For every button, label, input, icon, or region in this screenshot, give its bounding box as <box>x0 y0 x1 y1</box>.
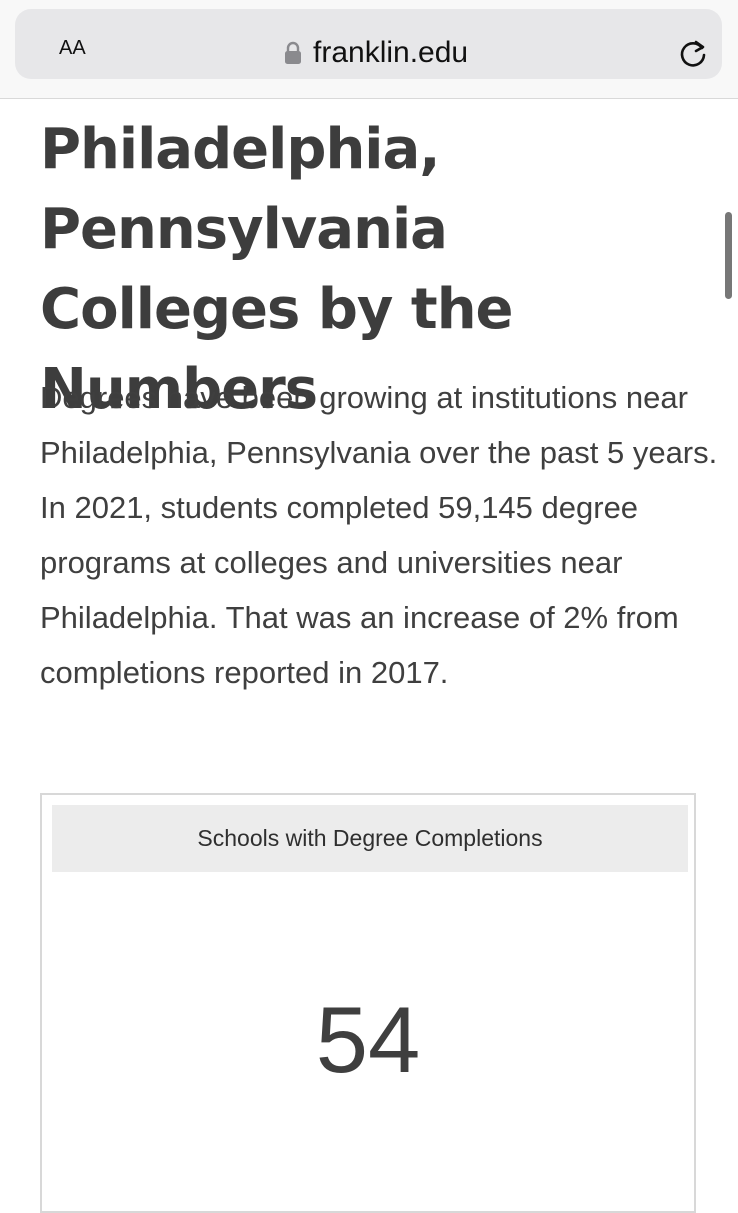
stat-card-header: Schools with Degree Completions <box>52 805 688 872</box>
url-display[interactable]: franklin.edu <box>283 31 468 75</box>
text-size-button[interactable]: AA <box>59 37 86 60</box>
stat-card-value: 54 <box>315 987 421 1092</box>
reload-icon[interactable] <box>676 36 710 70</box>
browser-toolbar: AA franklin.edu <box>0 0 738 99</box>
intro-paragraph: Degrees have been growing at institution… <box>40 380 718 690</box>
url-text: franklin.edu <box>313 36 469 69</box>
text-size-label: AA <box>59 37 86 59</box>
stat-card: Schools with Degree Completions 54 <box>40 793 696 1213</box>
scrollbar-thumb[interactable] <box>725 212 732 299</box>
address-bar[interactable]: AA franklin.edu <box>15 9 722 79</box>
lock-icon <box>285 41 301 64</box>
